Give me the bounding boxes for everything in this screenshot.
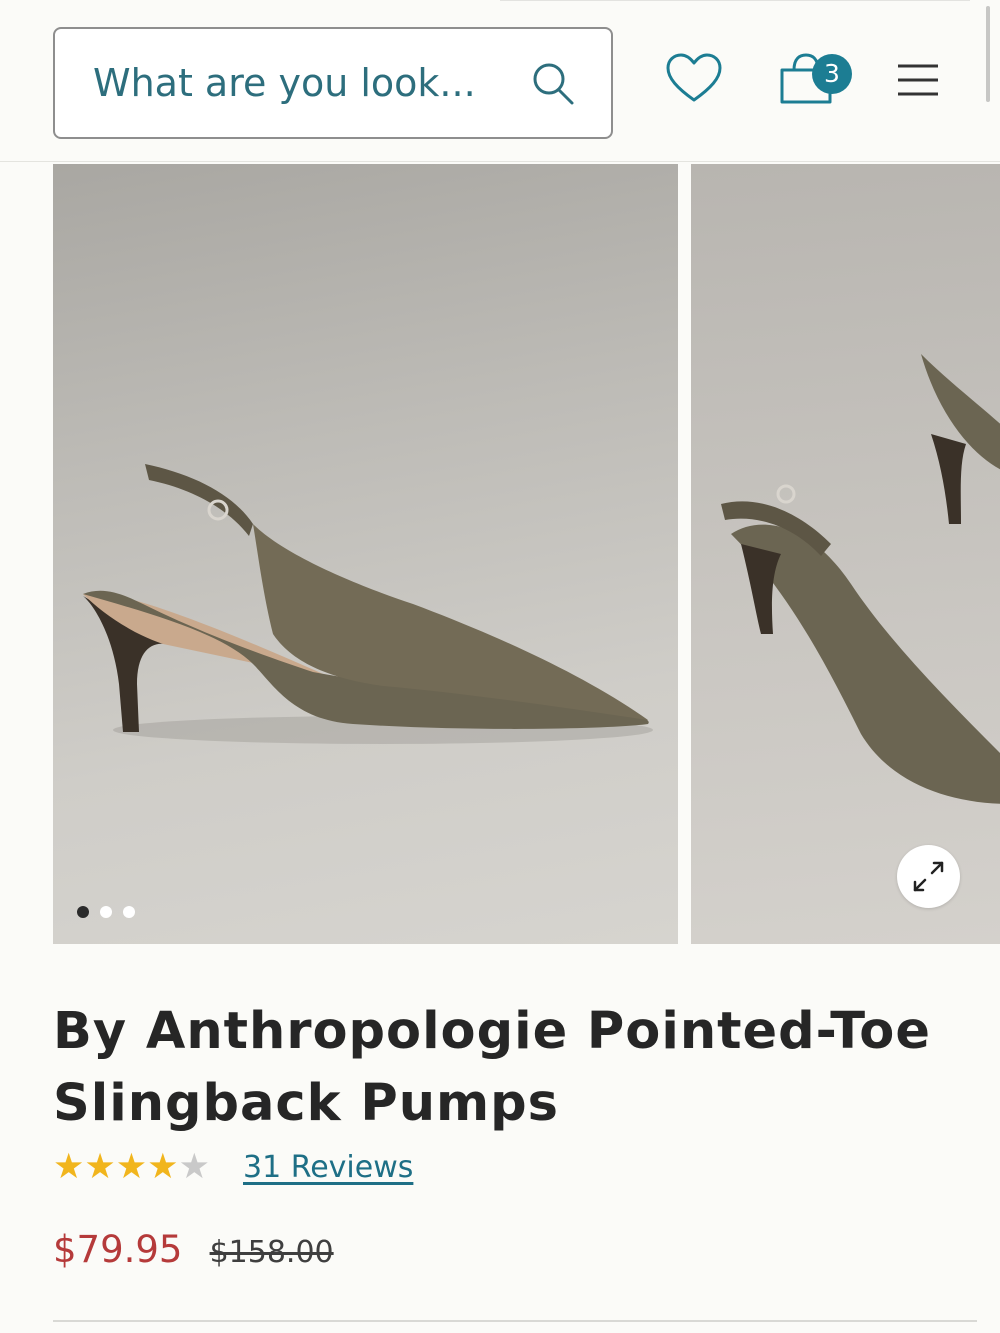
product-image-carousel[interactable] (53, 164, 1000, 944)
product-image-2[interactable] (691, 164, 1000, 944)
star-filled-icon: ★ (84, 1147, 116, 1187)
search-icon[interactable] (529, 59, 577, 107)
sale-price: $79.95 (53, 1228, 183, 1271)
expand-icon (913, 861, 944, 892)
carousel-dots (77, 901, 146, 918)
search-input[interactable] (93, 29, 513, 137)
carousel-dot[interactable] (77, 905, 89, 918)
search-bar[interactable] (53, 27, 613, 139)
product-title: By Anthropologie Pointed-Toe Slingback P… (53, 1002, 931, 1133)
carousel-dot[interactable] (123, 905, 135, 918)
reviews-link[interactable]: 31 Reviews (243, 1150, 413, 1185)
heart-icon[interactable] (665, 52, 723, 104)
price-row: $79.95 $158.00 (53, 1228, 334, 1276)
star-filled-icon: ★ (53, 1147, 85, 1187)
star-empty-icon: ★ (178, 1147, 210, 1187)
scrollbar-thumb[interactable] (986, 6, 990, 102)
hamburger-menu-icon[interactable] (896, 62, 940, 98)
carousel-dot[interactable] (100, 905, 112, 918)
original-price: $158.00 (209, 1235, 334, 1270)
cart-count-badge: 3 (812, 54, 852, 94)
star-filled-icon: ★ (147, 1147, 179, 1187)
header-top-divider (500, 0, 970, 1)
product-page: 3 (0, 0, 1000, 1333)
site-header: 3 (0, 0, 1000, 162)
section-divider (53, 1320, 977, 1322)
star-filled-icon: ★ (115, 1147, 148, 1187)
cart-button[interactable]: 3 (778, 50, 858, 108)
product-image-1[interactable] (53, 164, 678, 944)
star-rating[interactable]: ★★★★★ (53, 1148, 210, 1186)
expand-image-button[interactable] (897, 845, 960, 908)
